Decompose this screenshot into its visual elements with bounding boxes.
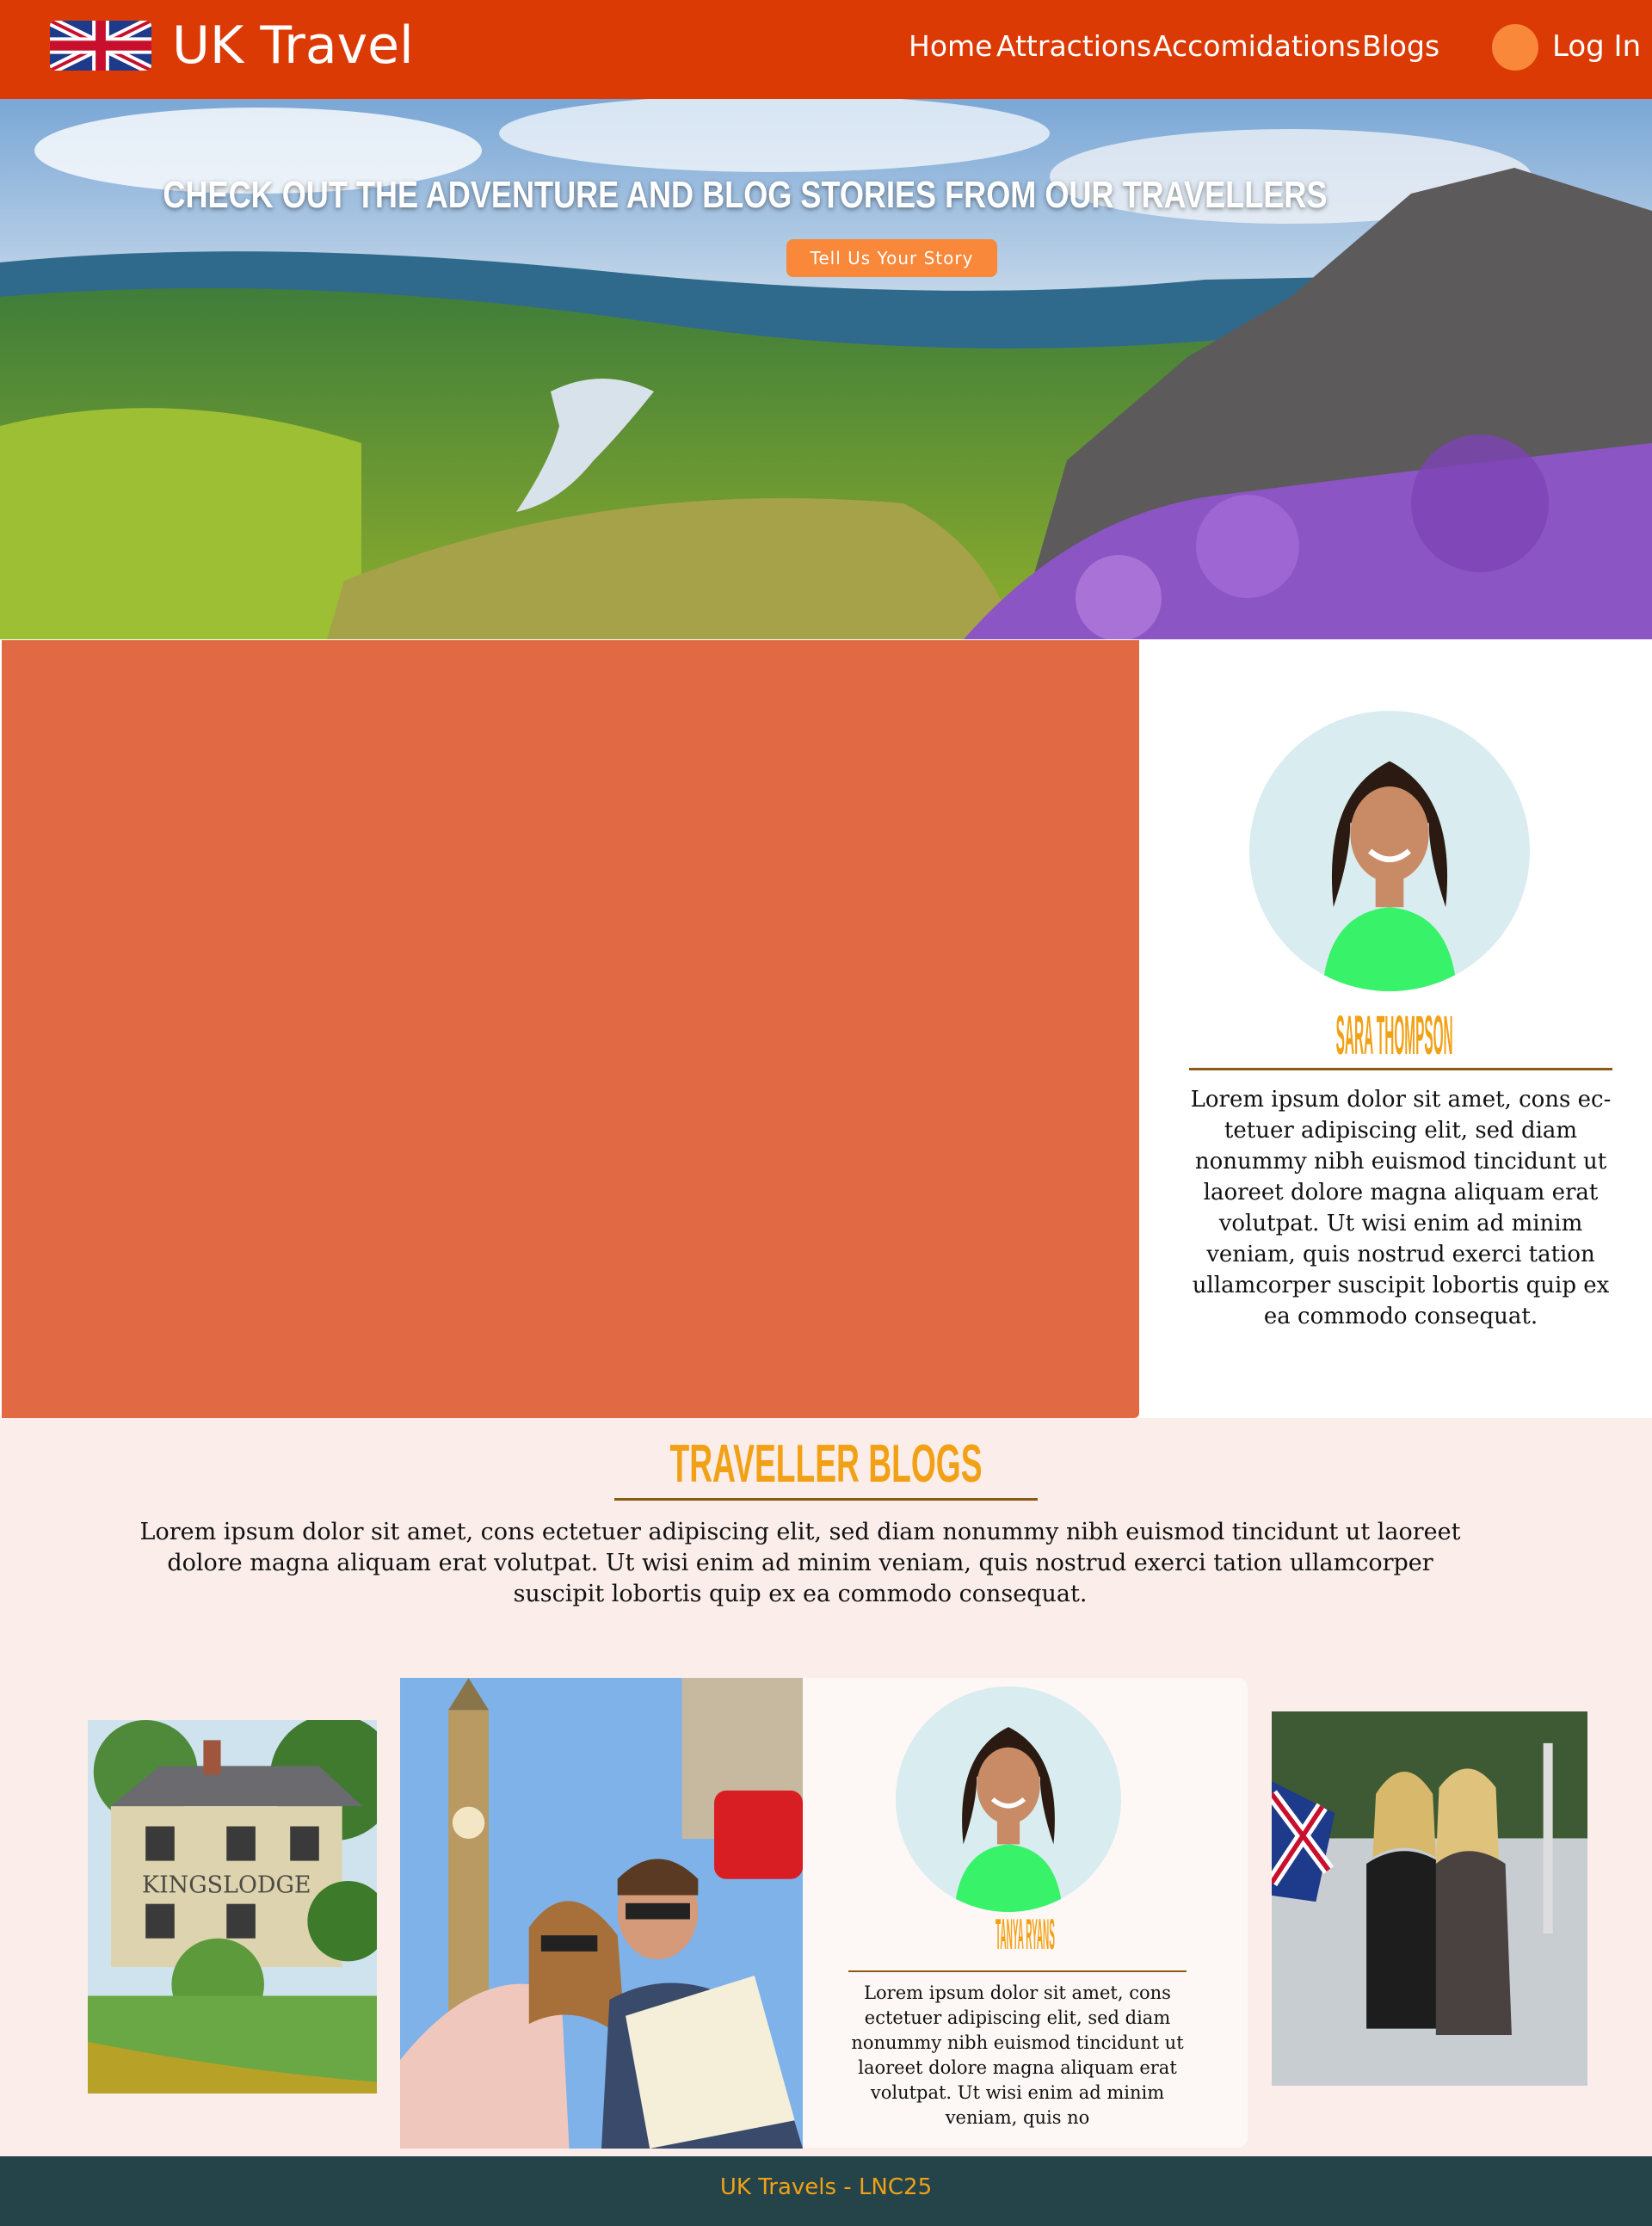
author-name: SARA THOMPSON	[1335, 1004, 1453, 1066]
login-link[interactable]: Log In	[1552, 29, 1641, 64]
section-description: Lorem ipsum dolor sit amet, cons ectetue…	[139, 1519, 1461, 1607]
tell-your-story-button[interactable]: Tell Us Your Story	[786, 239, 997, 277]
blog-photo-friends[interactable]	[1272, 1711, 1587, 2086]
divider	[614, 1498, 1038, 1501]
author-name: TANYA RYANS	[996, 1910, 1055, 1958]
featured-story-media	[2, 640, 1139, 1418]
blog-photo-london-couple[interactable]	[400, 1678, 803, 2149]
nav-home[interactable]: Home	[909, 29, 992, 63]
lodge-sign-text: KINGSLODGE	[142, 1871, 311, 1898]
site-brand[interactable]: UK Travel	[172, 15, 414, 76]
author-avatar	[1249, 711, 1530, 991]
author-avatar	[896, 1686, 1121, 1912]
nav-accommodations[interactable]: Accomidations	[1153, 29, 1360, 63]
union-jack-flag-icon	[50, 21, 151, 71]
section-title: TRAVELLER BLOGS	[669, 1434, 983, 1494]
blog-photo-lodge[interactable]: KINGSLODGE	[88, 1720, 377, 2093]
author-bio: Lorem ipsum dolor sit amet, cons ec-tetu…	[1190, 1087, 1612, 1329]
hero-title: CHECK OUT THE ADVENTURE AND BLOG STORIES…	[163, 174, 1328, 216]
user-avatar-icon[interactable]	[1492, 24, 1538, 71]
divider	[1189, 1068, 1612, 1070]
divider	[848, 1970, 1187, 1972]
footer-text: UK Travels - LNC25	[719, 2174, 933, 2200]
nav-blogs[interactable]: Blogs	[1362, 29, 1439, 63]
author-bio: Lorem ipsum dolor sit amet, cons ectetue…	[851, 1982, 1184, 2128]
nav-attractions[interactable]: Attractions	[996, 29, 1151, 63]
